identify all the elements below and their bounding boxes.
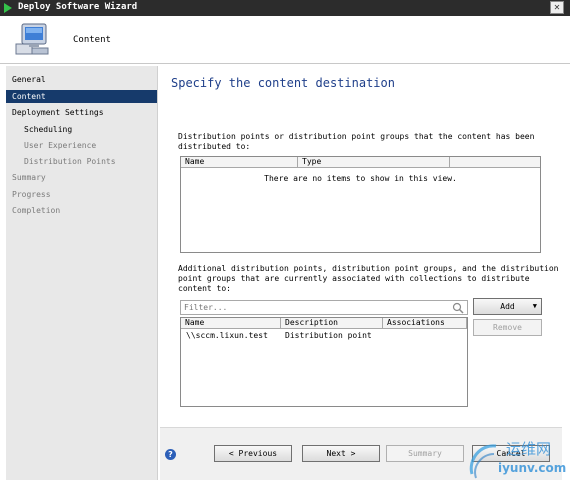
sidebar-item-deployment-settings[interactable]: Deployment Settings	[6, 106, 157, 119]
header-step-name: Content	[73, 35, 111, 45]
sidebar-item-content[interactable]: Content	[6, 90, 157, 103]
column-header-filler	[450, 157, 540, 168]
summary-button[interactable]: Summary	[386, 445, 464, 462]
search-icon[interactable]	[452, 302, 464, 314]
column-header-name[interactable]: Name	[181, 318, 281, 329]
filter-input[interactable]	[181, 301, 441, 314]
computer-icon	[15, 23, 49, 55]
row-name: \\sccm.lixun.test	[186, 331, 268, 340]
remove-button[interactable]: Remove	[473, 319, 542, 336]
filter-box[interactable]	[180, 300, 468, 315]
wizard-content: Specify the content destination Distribu…	[160, 66, 562, 480]
empty-list-message: There are no items to show in this view.	[264, 174, 457, 183]
sidebar-item-completion[interactable]: Completion	[6, 204, 157, 217]
description-line: point groups that are currently associat…	[178, 274, 530, 283]
distributed-to-list[interactable]: Name Type There are no items to show in …	[180, 156, 541, 253]
watermark-text-cn: 运维网	[506, 440, 552, 458]
add-button[interactable]: Add ▼	[473, 298, 542, 315]
description-line: content to:	[178, 284, 231, 293]
sidebar-item-scheduling[interactable]: Scheduling	[6, 123, 157, 136]
column-header-name[interactable]: Name	[181, 157, 298, 168]
column-header-description[interactable]: Description	[281, 318, 383, 329]
sidebar-item-summary[interactable]: Summary	[6, 171, 157, 184]
row-description: Distribution point	[285, 331, 372, 340]
sidebar-item-general[interactable]: General	[6, 73, 157, 86]
additional-dp-list[interactable]: Name Description Associations \\sccm.lix…	[180, 317, 468, 407]
distributed-to-description: Distribution points or distribution poin…	[178, 132, 534, 152]
title-bar: Deploy Software Wizard ✕	[0, 0, 570, 16]
column-header-associations[interactable]: Associations	[383, 318, 467, 329]
dropdown-arrow-icon: ▼	[532, 302, 537, 310]
previous-button[interactable]: < Previous	[214, 445, 292, 462]
wizard-header: Content	[0, 16, 570, 64]
help-icon[interactable]: ?	[165, 449, 176, 460]
watermark-text-url: iyunv.com	[498, 461, 567, 475]
table-row[interactable]: \\sccm.lixun.test Distribution point	[181, 330, 467, 341]
column-header-type[interactable]: Type	[298, 157, 450, 168]
description-line: Additional distribution points, distribu…	[178, 264, 559, 273]
close-button[interactable]: ✕	[550, 1, 564, 14]
wizard-steps-sidebar: General Content Deployment Settings Sche…	[6, 66, 158, 480]
sidebar-item-distribution-points[interactable]: Distribution Points	[6, 155, 157, 168]
window-title: Deploy Software Wizard	[18, 2, 138, 12]
description-line: Distribution points or distribution poin…	[178, 132, 535, 141]
description-line: distributed to:	[178, 142, 251, 151]
add-button-label: Add	[500, 302, 515, 311]
sidebar-item-progress[interactable]: Progress	[6, 188, 157, 201]
wizard-arrow-icon	[4, 3, 12, 13]
next-button[interactable]: Next >	[302, 445, 380, 462]
site-watermark: 运维网 iyunv.com	[466, 434, 566, 482]
additional-description: Additional distribution points, distribu…	[178, 264, 559, 294]
page-title: Specify the content destination	[171, 76, 395, 90]
sidebar-item-user-experience[interactable]: User Experience	[6, 139, 157, 152]
